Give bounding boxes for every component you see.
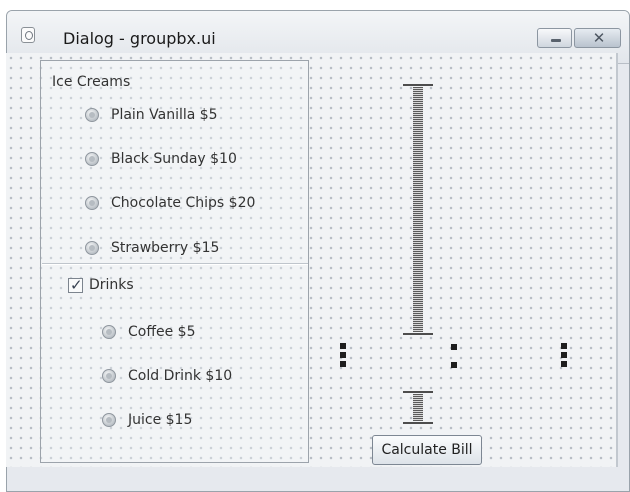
radio-label: Black Sunday $10	[111, 151, 237, 167]
radio-circle[interactable]	[85, 152, 99, 166]
minimize-button[interactable]	[537, 28, 572, 48]
handle-dot	[451, 344, 457, 350]
radio-cold-drink[interactable]: Cold Drink $10	[102, 366, 232, 386]
checkbox-box[interactable]: ✓	[68, 275, 83, 294]
radio-circle[interactable]	[85, 108, 99, 122]
check-icon: ✓	[70, 275, 83, 294]
handle-dot	[340, 352, 346, 358]
radio-juice[interactable]: Juice $15	[102, 410, 192, 430]
ice-creams-title: Ice Creams	[52, 74, 131, 90]
spacer-cap	[403, 84, 433, 86]
radio-label: Plain Vanilla $5	[111, 107, 218, 123]
radio-chocolate-chips[interactable]: Chocolate Chips $20	[85, 193, 255, 213]
radio-label: Chocolate Chips $20	[111, 195, 256, 211]
handle-dot	[451, 362, 457, 368]
radio-label: Juice $15	[128, 412, 193, 428]
radio-circle[interactable]	[102, 369, 116, 383]
vertical-spacer-top	[403, 84, 433, 336]
layout-handle-right[interactable]	[561, 343, 567, 367]
close-icon: ✕	[592, 29, 606, 47]
handle-dot	[561, 361, 567, 367]
radio-label: Strawberry $15	[111, 240, 220, 256]
handle-dot	[340, 361, 346, 367]
drinks-checkbox[interactable]: ✓ Drinks	[68, 276, 134, 294]
handle-dot	[561, 343, 567, 349]
radio-circle[interactable]	[85, 196, 99, 210]
radio-label: Coffee $5	[128, 324, 196, 340]
spacer-cap	[403, 391, 433, 393]
drinks-label: Drinks	[89, 277, 134, 293]
vertical-spacer-bottom	[403, 391, 433, 425]
radio-black-sunday[interactable]: Black Sunday $10	[85, 149, 237, 169]
spacer-spring	[413, 87, 423, 332]
layout-handle-middle[interactable]	[451, 344, 457, 368]
close-button[interactable]: ✕	[574, 28, 621, 48]
radio-circle[interactable]	[102, 325, 116, 339]
spacer-cap	[403, 333, 433, 335]
radio-label: Cold Drink $10	[128, 368, 233, 384]
drinks-group-divider	[42, 263, 308, 265]
handle-dot	[340, 343, 346, 349]
handle-dot	[561, 352, 567, 358]
window-title: Dialog - groupbx.ui	[63, 29, 216, 48]
radio-strawberry[interactable]: Strawberry $15	[85, 238, 219, 258]
radio-circle[interactable]	[85, 241, 99, 255]
radio-coffee[interactable]: Coffee $5	[102, 322, 195, 342]
minimize-icon	[551, 39, 561, 42]
spacer-spring	[413, 394, 423, 421]
radio-plain-vanilla[interactable]: Plain Vanilla $5	[85, 105, 218, 125]
radio-circle[interactable]	[102, 413, 116, 427]
spacer-cap	[403, 422, 433, 424]
app-icon	[21, 27, 35, 43]
layout-handle-left[interactable]	[340, 343, 346, 367]
calculate-bill-button[interactable]: Calculate Bill	[372, 435, 482, 465]
